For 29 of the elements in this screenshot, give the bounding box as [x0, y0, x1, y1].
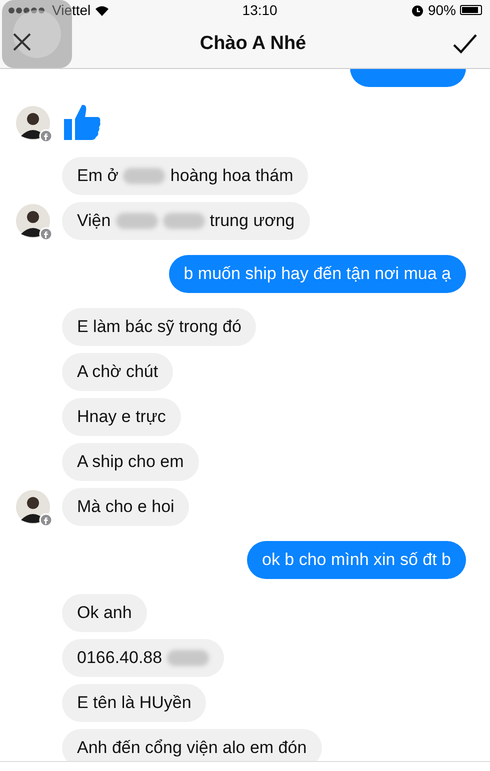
message-bubble: E làm bác sỹ trong đó: [62, 308, 256, 346]
message-bubble: E tên là HUyền: [62, 684, 206, 722]
message-bubble: Ok anh: [62, 594, 147, 632]
message-bubble: Hnay e trực: [62, 398, 181, 436]
clock-time: 13:10: [242, 2, 278, 18]
battery-icon: [460, 5, 482, 15]
redacted-blur: [116, 213, 158, 229]
message-bubble: A chờ chút: [62, 353, 174, 391]
battery-percent: 90%: [428, 2, 456, 18]
avatar: [16, 490, 52, 526]
carrier-name: Viettel: [52, 2, 91, 18]
alarm-icon: [410, 4, 424, 16]
confirm-button[interactable]: [452, 33, 478, 55]
redacted-blur: [123, 168, 166, 184]
redacted-blur: [167, 650, 210, 666]
message-bubble: b muốn ship hay đến tận nơi mua ạ: [168, 255, 466, 293]
wifi-icon: [94, 4, 109, 16]
avatar: [16, 204, 52, 240]
message-bubble: Em ở hoàng hoa thám: [62, 157, 308, 195]
message-bubble: ok b cho mình xin số đt b: [247, 541, 466, 579]
close-button[interactable]: [12, 32, 32, 52]
message-bubble: 0166.40.88: [62, 639, 224, 677]
message-bubble: Mà cho e hoi: [62, 488, 190, 526]
message-bubble: A ship cho em: [62, 443, 199, 481]
avatar: [16, 106, 52, 142]
thumbs-up-icon: [62, 102, 102, 142]
message-bubble: Viện trung ương: [62, 202, 310, 240]
conversation-title: Chào A Nhé: [200, 33, 306, 55]
redacted-blur: [162, 213, 205, 229]
